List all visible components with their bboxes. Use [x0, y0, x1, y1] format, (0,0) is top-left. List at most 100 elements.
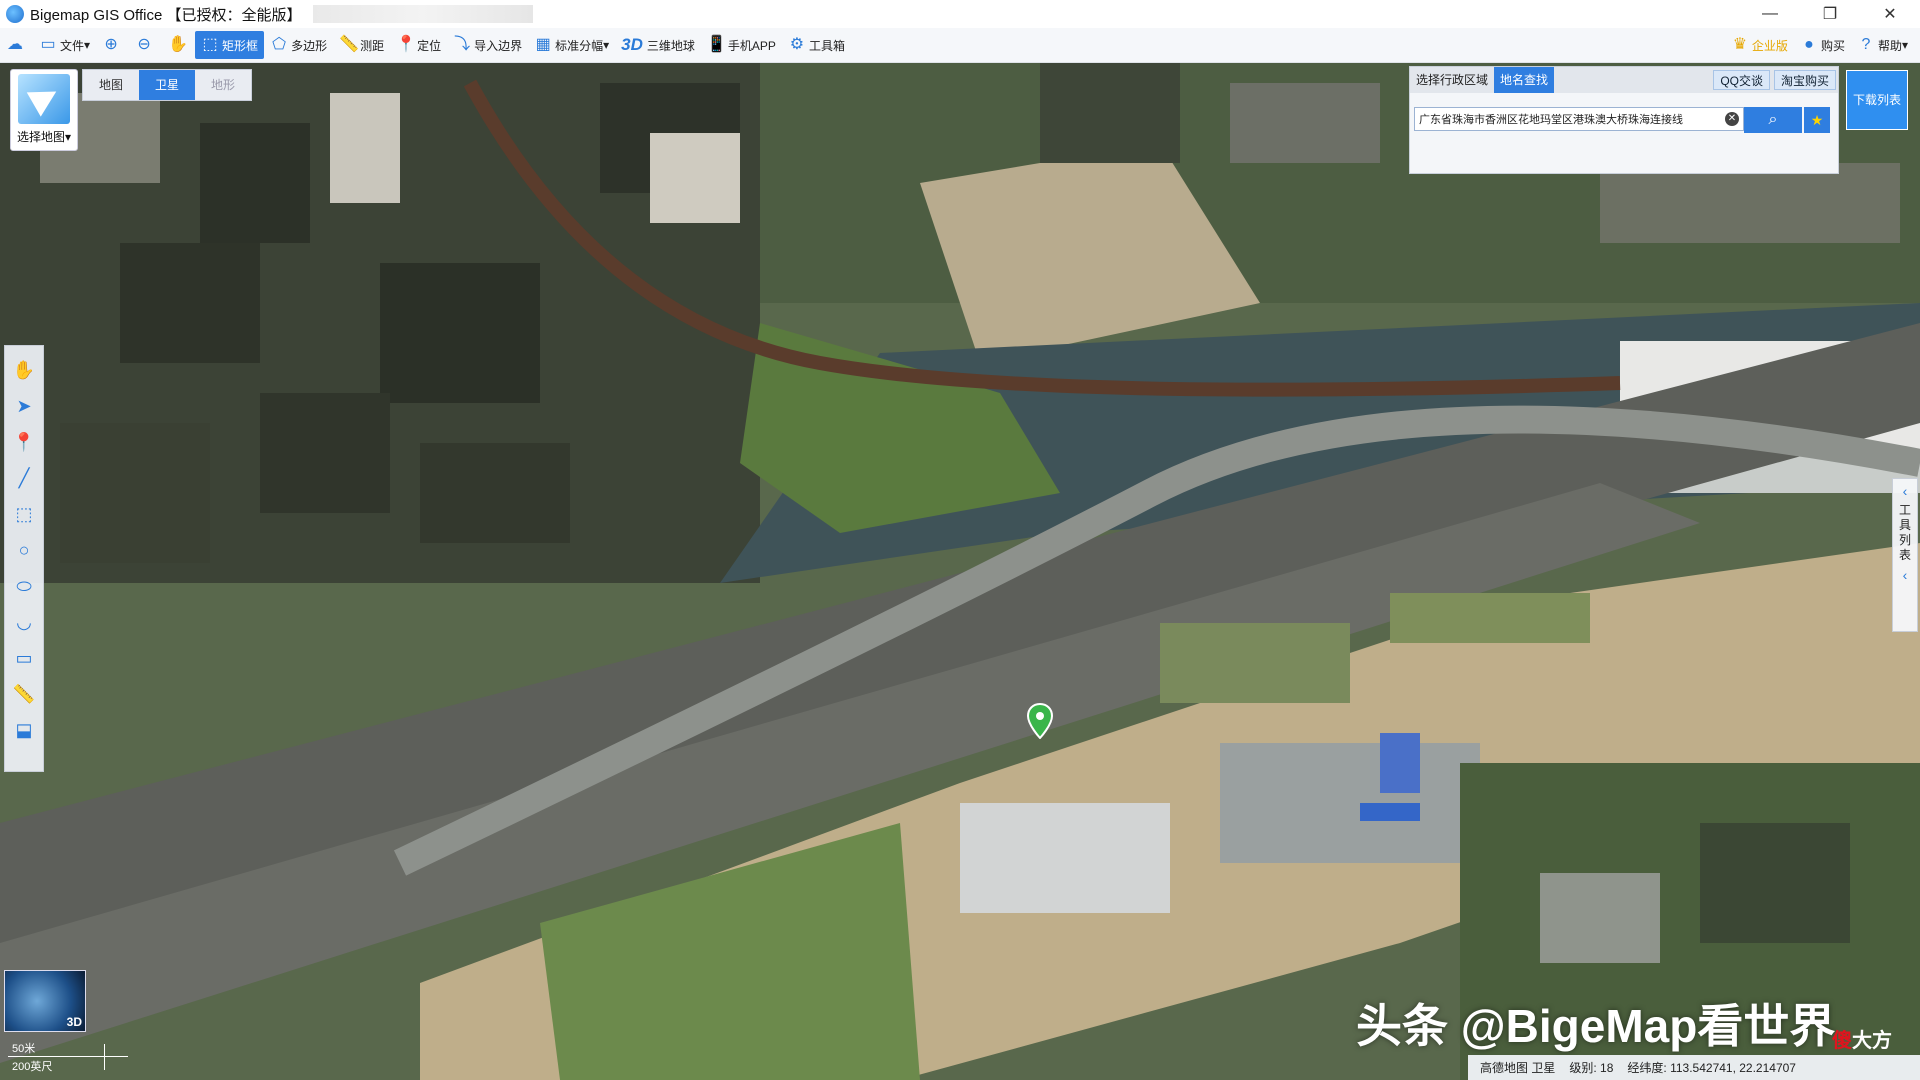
taobao-buy-button[interactable]: 淘宝购买: [1773, 70, 1836, 90]
circle-icon: ○: [18, 539, 30, 560]
3d-icon: 3D: [621, 35, 643, 54]
search-icon: ⌕: [1768, 111, 1778, 128]
redacted-area: [313, 5, 534, 23]
star-icon: ★: [1810, 112, 1824, 128]
rectangle-select-button[interactable]: ⬚ 矩形框: [195, 31, 265, 59]
map-canvas[interactable]: [0, 63, 1920, 1080]
zoom-in-button[interactable]: ⊕: [96, 31, 129, 59]
corner-watermark-a: 傻: [1832, 1030, 1852, 1052]
polygon-icon: ⬚: [15, 503, 33, 524]
locate-button[interactable]: 📍 定位: [390, 31, 447, 59]
toolbox-button[interactable]: ⚙ 工具箱: [782, 31, 851, 59]
polygon-icon: ⬠: [272, 36, 287, 53]
measure-tool[interactable]: 📏: [9, 679, 39, 709]
close-button[interactable]: ✕: [1860, 0, 1920, 28]
map-type-panel: 选择地图▾ 地图 卫星 地形: [6, 67, 252, 151]
corner-watermark-b: 大方: [1852, 1030, 1892, 1052]
file-menu-button[interactable]: ▭ 文件 ▾: [33, 31, 96, 59]
zoom-out-button[interactable]: ⊖: [129, 31, 162, 59]
polygon-button[interactable]: ⬠ 多边形: [264, 31, 333, 59]
minimize-button[interactable]: —: [1740, 0, 1800, 28]
grid-icon: ▦: [535, 36, 551, 53]
standard-sheet-button[interactable]: ▦ 标准分幅 ▾: [528, 31, 615, 59]
rectangle-tool[interactable]: ▭: [9, 643, 39, 673]
mobile-app-button[interactable]: 📱 手机APP: [701, 31, 782, 59]
ruler-icon: 📏: [12, 683, 36, 704]
polygon-label: 多边形: [291, 38, 328, 53]
enterprise-label: 企业版: [1751, 38, 1788, 53]
import-boundary-button[interactable]: ⤵ 导入边界: [447, 31, 528, 59]
area-tool[interactable]: ⬓: [9, 715, 39, 745]
polygon-tool[interactable]: ⬚: [9, 499, 39, 529]
favorite-button[interactable]: ★: [1804, 107, 1830, 133]
zoom-in-icon: ⊕: [104, 36, 118, 53]
satellite-imagery: [0, 63, 1920, 1080]
tool-list-drawer[interactable]: ‹ 工具列表 ‹: [1892, 478, 1918, 632]
standard-sheet-label: 标准分幅: [555, 38, 604, 53]
title-bar: Bigemap GIS Office 【已授权：全能版】 — ❐ ✕: [0, 0, 1920, 28]
3d-globe-button[interactable]: 3D 三维地球: [615, 31, 701, 59]
point-tool[interactable]: 📍: [9, 427, 39, 457]
status-bar: 高德地图 卫星 级别: 18 经纬度: 113.542741, 22.21470…: [1468, 1055, 1920, 1080]
hand-icon: ✋: [12, 359, 36, 380]
gear-icon: ⚙: [789, 36, 805, 53]
tab-satellite[interactable]: 卫星: [139, 70, 195, 100]
file-menu-label: 文件: [60, 38, 85, 53]
coordinates: 113.542741, 22.214707: [1670, 1061, 1796, 1075]
phone-icon: 📱: [706, 36, 727, 53]
search-input[interactable]: 广东省珠海市香洲区花地玛堂区港珠澳大桥珠海连接线 ✕: [1414, 107, 1744, 131]
marker-icon: 📍: [12, 431, 36, 452]
ellipse-icon: ⬭: [16, 575, 32, 596]
scale-tick: [104, 1044, 105, 1070]
location-marker-icon[interactable]: [1027, 703, 1053, 739]
maximize-button[interactable]: ❐: [1800, 0, 1860, 28]
scale-bar: 50米 200英尺: [8, 1040, 128, 1074]
buy-icon: ●: [1804, 36, 1814, 53]
tool-list-label: 工具列表: [1898, 503, 1911, 562]
drawing-tool-strip: ✋ ➤ 📍 ╱ ⬚ ○ ⬭ ◡ ▭ 📏 ⬓: [4, 345, 44, 772]
tab-map[interactable]: 地图: [83, 70, 139, 100]
app-logo-icon: [6, 5, 24, 23]
tab-place-search[interactable]: 地名查找: [1494, 67, 1555, 93]
toolbar-right: ♛ 企业版 ● 购买 ? 帮助 ▾: [1725, 28, 1914, 62]
line-icon: ╱: [18, 467, 30, 488]
paper-plane-icon: [18, 74, 70, 124]
tab-select-region[interactable]: 选择行政区域: [1410, 67, 1494, 93]
measure-label: 测距: [360, 38, 385, 53]
circle-tool[interactable]: ○: [9, 535, 39, 565]
download-list-button[interactable]: 下载列表: [1846, 70, 1908, 130]
zoom-level-label: 级别:: [1569, 1061, 1597, 1075]
tab-terrain[interactable]: 地形: [195, 70, 251, 100]
app-menu-button[interactable]: ☁: [0, 31, 33, 59]
line-tool[interactable]: ╱: [9, 463, 39, 493]
help-label: 帮助: [1877, 38, 1902, 53]
scale-metric: 50米: [12, 1043, 36, 1055]
corner-watermark: 傻大方: [1832, 1024, 1892, 1053]
map-source: 高德地图 卫星: [1480, 1061, 1556, 1075]
chevron-left-icon: ‹: [1902, 483, 1908, 499]
arrow-cursor-icon: ➤: [16, 395, 32, 416]
pan-tool[interactable]: ✋: [9, 355, 39, 385]
arc-tool[interactable]: ◡: [9, 607, 39, 637]
clear-icon[interactable]: ✕: [1725, 112, 1739, 126]
globe-minimap[interactable]: 3D: [4, 970, 86, 1032]
qq-chat-button[interactable]: QQ交谈: [1713, 70, 1770, 90]
enterprise-button[interactable]: ♛ 企业版: [1725, 31, 1794, 59]
buy-button[interactable]: ● 购买: [1794, 31, 1851, 59]
select-map-button[interactable]: 选择地图▾: [10, 69, 78, 151]
cloud-icon: ☁: [7, 36, 23, 53]
scale-line: [8, 1056, 128, 1057]
3d-globe-label: 三维地球: [646, 38, 695, 53]
measure-button[interactable]: 📏 测距: [333, 31, 390, 59]
search-button[interactable]: ⌕: [1744, 107, 1802, 133]
main-toolbar: ☁ ▭ 文件 ▾ ⊕ ⊖ ✋ ⬚ 矩形框 ⬠ 多边形 📏 测距 📍 定位 ⤵ 导入边界 ▦ 标准…: [0, 28, 1920, 63]
folder-icon: ▭: [40, 36, 56, 53]
help-button[interactable]: ? 帮助 ▾: [1851, 31, 1914, 59]
ellipse-tool[interactable]: ⬭: [9, 571, 39, 601]
pan-button[interactable]: ✋: [162, 31, 195, 59]
search-panel: 选择行政区域 地名查找 QQ交谈 淘宝购买 广东省珠海市香洲区花地玛堂区港珠澳大…: [1409, 66, 1839, 174]
buy-label: 购买: [1820, 38, 1845, 53]
select-tool[interactable]: ➤: [9, 391, 39, 421]
zoom-out-icon: ⊖: [137, 36, 151, 53]
area-icon: ⬓: [15, 719, 33, 740]
